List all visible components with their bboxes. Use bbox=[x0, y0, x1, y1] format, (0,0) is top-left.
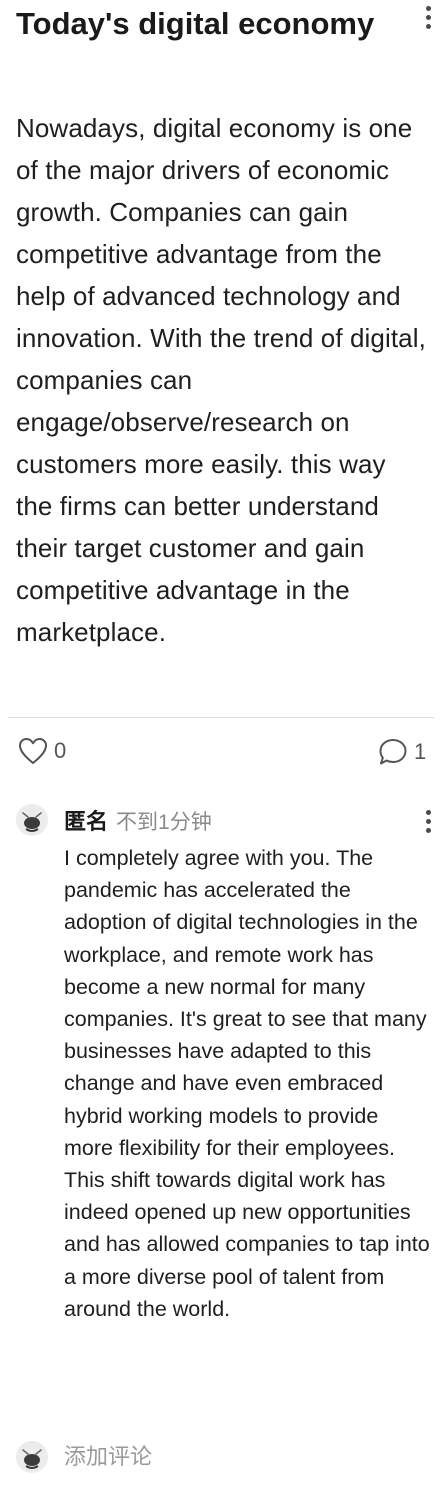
add-comment-input[interactable]: 添加评论 bbox=[64, 1441, 152, 1473]
heart-icon bbox=[19, 738, 47, 764]
comment-count-button[interactable]: 1 bbox=[378, 737, 426, 767]
kebab-dot bbox=[425, 818, 431, 824]
user-avatar-icon bbox=[16, 1441, 48, 1473]
comment-author: 匿名 bbox=[64, 809, 109, 834]
post-body: Nowadays, digital economy is one of the … bbox=[16, 113, 426, 647]
kebab-dot bbox=[425, 23, 431, 29]
like-button[interactable]: 0 bbox=[18, 737, 66, 765]
post-title: Today's digital economy bbox=[16, 6, 375, 41]
comment-text: I completely agree with you. The pandemi… bbox=[64, 846, 430, 1321]
kebab-dot bbox=[425, 809, 431, 815]
divider bbox=[8, 717, 434, 718]
post-card: Today's digital economy Nowadays, digita… bbox=[0, 0, 441, 1493]
kebab-dot bbox=[425, 5, 431, 11]
anonymous-avatar-icon bbox=[16, 804, 48, 836]
comment-header: 匿名 不到1分钟 bbox=[64, 804, 212, 836]
comment-icon bbox=[379, 739, 407, 765]
comment-time: 不到1分钟 bbox=[116, 811, 212, 834]
kebab-dot bbox=[425, 14, 431, 20]
comment-count: 1 bbox=[414, 739, 427, 764]
kebab-dot bbox=[425, 827, 431, 833]
comment-more-icon[interactable] bbox=[418, 806, 438, 836]
like-count: 0 bbox=[54, 738, 67, 763]
post-more-icon[interactable] bbox=[418, 2, 438, 32]
